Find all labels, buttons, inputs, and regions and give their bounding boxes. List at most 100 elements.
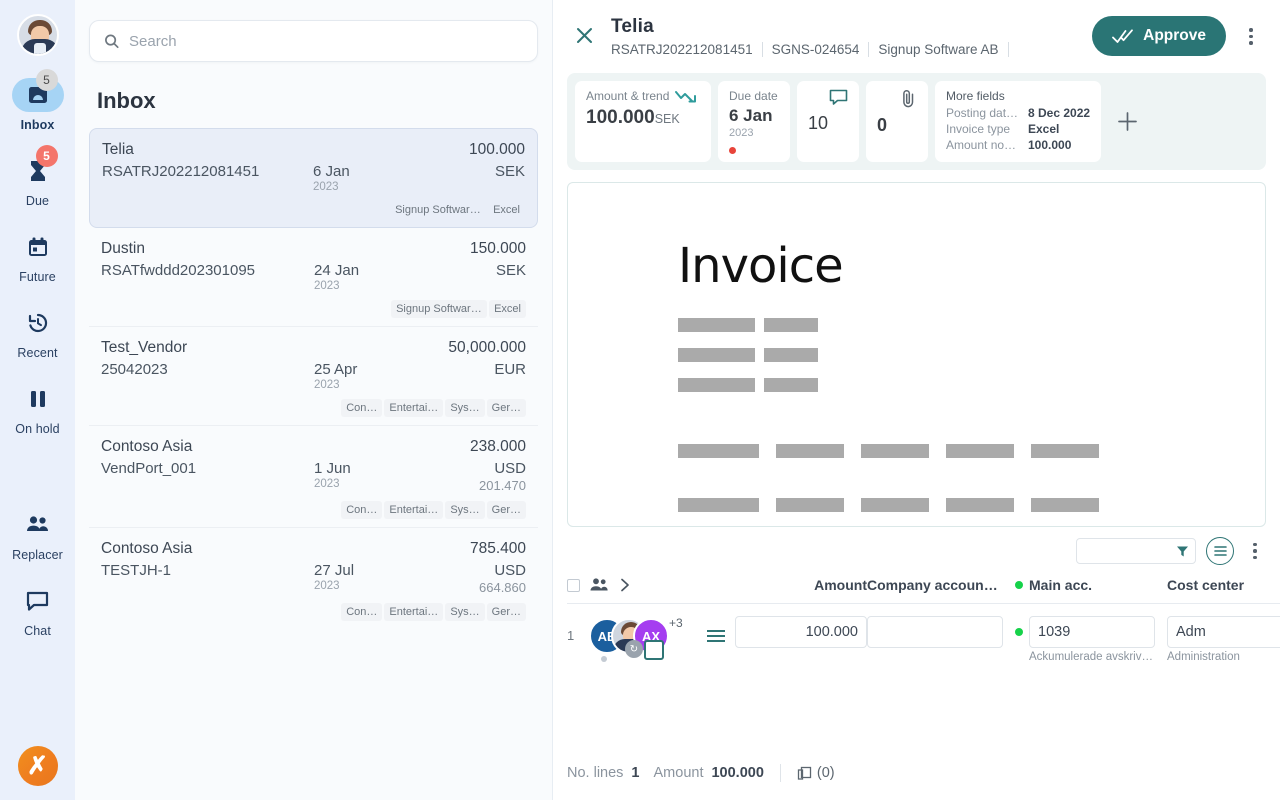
footer-lines-value: 1: [631, 765, 640, 781]
sidebar-label-replacer: Replacer: [12, 548, 63, 562]
list-item[interactable]: Contoso Asia 238.000 VendPort_001 1 Jun …: [89, 426, 538, 528]
approve-label: Approve: [1143, 27, 1206, 44]
tag: Con…: [341, 501, 383, 519]
list-item[interactable]: Contoso Asia 785.400 TESTJH-1 27 Jul 202…: [89, 528, 538, 629]
header-cost-center: Cost center: [1167, 577, 1245, 593]
card-due-label: Due date: [729, 89, 778, 103]
close-icon[interactable]: [571, 22, 597, 48]
amount-input[interactable]: 100.000: [735, 616, 867, 648]
avatar[interactable]: [16, 14, 59, 56]
logo-glyph: ✗: [27, 751, 48, 780]
detail-header: Telia RSATRJ202212081451 SGNS-024654 Sig…: [553, 0, 1280, 67]
breadcrumb: RSATRJ202212081451 SGNS-024654 Signup So…: [611, 42, 1078, 57]
lines-menu-icon[interactable]: [1244, 542, 1266, 560]
status-badge: [729, 147, 736, 154]
card-attachments[interactable]: 0: [866, 81, 928, 162]
chevron-right-icon[interactable]: [620, 578, 630, 592]
invoice-detail-pane: Telia RSATRJ202212081451 SGNS-024654 Sig…: [553, 0, 1280, 800]
row-drag-handle[interactable]: [707, 616, 735, 642]
summary-cards: Amount & trend 100.000SEK Due date 6 Jan…: [567, 73, 1266, 170]
due-badge: 5: [35, 145, 58, 167]
card-amount-trend[interactable]: Amount & trend 100.000SEK: [575, 81, 711, 162]
card-due-day: 6 Jan: [729, 106, 773, 125]
list-item-date-day: 24 Jan: [314, 262, 360, 279]
card-amount-value-wrap: 100.000SEK: [586, 107, 700, 129]
list-item-date: 27 Jul 2023: [314, 562, 434, 592]
search-box[interactable]: [89, 20, 538, 62]
sidebar-item-chat[interactable]: Chat: [0, 584, 75, 638]
tag: Entertai…: [384, 501, 444, 519]
on-hold-icon-wrap: [12, 382, 64, 416]
list-item-amount: 150.000: [469, 240, 526, 257]
sidebar-item-replacer[interactable]: Replacer: [0, 508, 75, 562]
card-due-date[interactable]: Due date 6 Jan 2023: [718, 81, 790, 162]
search-input[interactable]: [129, 32, 523, 50]
footer-copies[interactable]: (0): [797, 765, 835, 781]
pause-icon: [30, 391, 45, 407]
recent-icon-wrap: [12, 306, 64, 340]
approve-button[interactable]: Approve: [1092, 16, 1226, 56]
tag: Signup Software AB: [395, 204, 487, 216]
card-attachments-count: 0: [877, 115, 888, 135]
table-row[interactable]: 1 AB AX ↻ +3 100.000 1039 Ackumulerade a…: [567, 604, 1280, 663]
select-all-checkbox[interactable]: [567, 578, 580, 592]
list-item-date: 24 Jan 2023: [314, 262, 434, 292]
cell-amount: 100.000: [735, 616, 867, 648]
row-assignees[interactable]: AB AX ↻ +3: [589, 616, 707, 662]
list-item-secondary: 201.470: [479, 478, 526, 493]
document-page: Invoice: [568, 183, 1265, 517]
add-field-button[interactable]: [1108, 81, 1146, 162]
more-field-key: Amount no…: [946, 138, 1017, 152]
tag: Ger…: [486, 501, 526, 519]
list-item[interactable]: Telia 100.000 RSATRJ202212081451 6 Jan 2…: [89, 128, 538, 228]
card-comments[interactable]: 10: [797, 81, 859, 162]
list-item[interactable]: Dustin 150.000 RSATfwddd202301095 24 Jan…: [89, 228, 538, 327]
cost-center-input[interactable]: Adm: [1167, 616, 1280, 648]
main-account-caption: Ackumulerade avskriv…: [1029, 651, 1153, 663]
sidebar-label-due: Due: [25, 194, 50, 208]
list-item[interactable]: Test_Vendor 50,000.000 25042023 25 Apr 2…: [89, 327, 538, 426]
main-account-input[interactable]: 1039: [1029, 616, 1155, 648]
search-icon: [105, 34, 119, 49]
list-item-currency: USD: [494, 562, 526, 579]
list-view-icon[interactable]: [1206, 537, 1234, 565]
sidebar-item-future[interactable]: Future: [0, 230, 75, 284]
calendar-icon: [28, 237, 47, 256]
breadcrumb-item-company: Signup Software AB: [869, 42, 1009, 57]
list-item-tags: Signup Software AB Excel: [102, 201, 525, 219]
double-check-icon: [1112, 29, 1134, 43]
tag: Con…: [341, 603, 383, 621]
lines-toolbar: [553, 527, 1280, 565]
detail-menu-icon[interactable]: [1240, 28, 1262, 45]
more-field-value: Excel: [1028, 122, 1060, 136]
funnel-icon: [1177, 546, 1188, 556]
assignee-add-icon[interactable]: [644, 640, 664, 660]
list-item-date: 25 Apr 2023: [314, 361, 434, 391]
app-logo: ✗: [17, 746, 58, 786]
header-amount: Amount: [814, 577, 867, 593]
tag: Sys…: [445, 399, 485, 417]
sidebar-item-inbox[interactable]: 5 Inbox: [0, 69, 75, 132]
card-due-year: 2023: [729, 127, 754, 139]
list-item-date-day: 6 Jan: [313, 163, 350, 180]
lines-filter-input[interactable]: [1076, 538, 1196, 564]
more-field-key: Posting dat…: [946, 106, 1019, 120]
trend-down-icon: [675, 90, 697, 102]
replacer-icon-wrap: [12, 508, 64, 542]
more-field-value: 8 Dec 2022: [1028, 106, 1091, 120]
sidebar-item-recent[interactable]: Recent: [0, 306, 75, 360]
company-account-input[interactable]: [867, 616, 1003, 648]
sidebar-item-on-hold[interactable]: On hold: [0, 382, 75, 436]
sidebar-item-due[interactable]: 5 Due: [0, 145, 75, 208]
copy-icon: [797, 766, 812, 780]
list-item-reference: TESTJH-1: [101, 562, 172, 579]
list-item-vendor: Contoso Asia: [101, 540, 193, 557]
list-item-amount: 785.400: [469, 540, 526, 557]
card-more-fields[interactable]: More fields Posting dat… 8 Dec 2022 Invo…: [935, 81, 1102, 162]
assignee-reassign-icon[interactable]: ↻: [625, 640, 643, 658]
plus-icon: [1117, 112, 1137, 131]
footer-lines-label: No. lines: [567, 765, 624, 781]
detail-titles: Telia RSATRJ202212081451 SGNS-024654 Sig…: [611, 16, 1078, 57]
list-item-currency: USD: [494, 460, 526, 477]
document-preview[interactable]: Invoice: [567, 182, 1266, 527]
